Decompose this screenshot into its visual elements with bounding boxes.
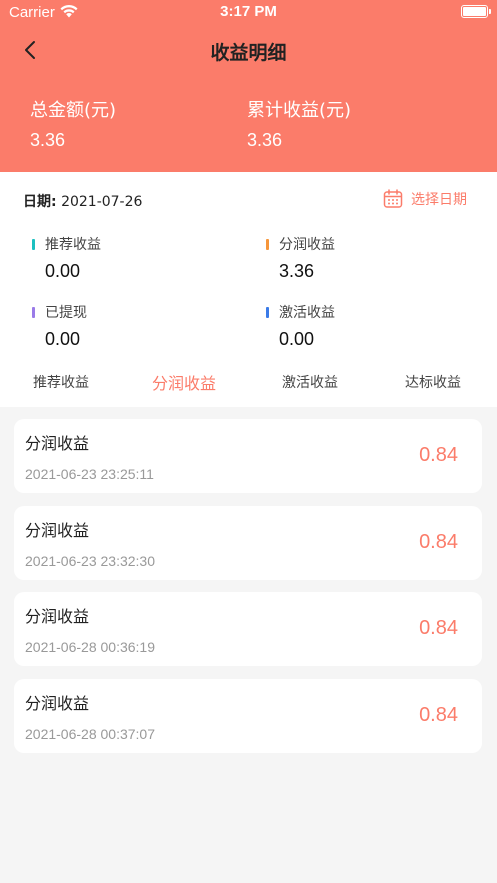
tab-referral-earnings[interactable]: 推荐收益	[33, 372, 89, 392]
stat-label: 已提现	[45, 305, 87, 321]
record-time: 2021-06-23 23:32:30	[25, 552, 155, 569]
stat-value: 0.00	[279, 329, 315, 349]
stat-color-bar	[32, 238, 35, 250]
stat-activation-earnings: 激活收益 0.00	[266, 302, 335, 350]
stat-color-bar	[32, 306, 35, 318]
stat-label: 分润收益	[279, 237, 335, 253]
select-date-button[interactable]: 选择日期	[383, 189, 467, 209]
record-time: 2021-06-23 23:25:11	[25, 466, 154, 482]
stat-color-bar	[266, 306, 269, 318]
stat-referral-earnings: 推荐收益 0.00	[32, 234, 101, 282]
stats-panel: 日期: 2021-07-26 选择日期 推荐收益 0.00 分润收益 3.36 …	[0, 172, 497, 407]
stat-value: 3.36	[279, 261, 315, 281]
tab-target-earnings[interactable]: 达标收益	[405, 372, 461, 392]
earnings-tabs: 推荐收益 分润收益 激活收益 达标收益	[0, 360, 497, 406]
record-title: 分润收益	[25, 434, 90, 453]
stat-label: 推荐收益	[45, 237, 101, 253]
tab-profit-share-earnings[interactable]: 分润收益	[152, 370, 216, 394]
record-time: 2021-06-28 00:36:19	[25, 639, 155, 655]
clock: 3:17 PM	[220, 3, 277, 20]
record-title: 分润收益	[25, 693, 90, 713]
record-amount: 0.84	[419, 530, 458, 553]
stat-withdrawn: 已提现 0.00	[32, 302, 87, 350]
record-amount: 0.84	[419, 703, 458, 726]
battery-icon	[461, 5, 491, 18]
total-amount-value: 3.36	[30, 130, 66, 150]
stat-value: 0.00	[45, 261, 81, 281]
total-amount: 总金额(元) 3.36	[30, 96, 116, 151]
date-label: 日期:	[23, 194, 57, 210]
status-bar: Carrier 3:17 PM	[0, 0, 497, 28]
header: Carrier 3:17 PM 收益明细 总金额(元) 3.36 累计收益(元)…	[0, 0, 497, 172]
cumulative-earnings-label: 累计收益(元)	[247, 100, 352, 121]
list-item[interactable]: 分润收益 2021-06-23 23:25:11 0.84	[14, 419, 482, 493]
record-title: 分润收益	[25, 520, 90, 540]
tab-activation-earnings[interactable]: 激活收益	[282, 372, 338, 392]
cumulative-earnings: 累计收益(元) 3.36	[247, 96, 351, 151]
date-value: 2021-07-26	[61, 194, 143, 210]
record-title: 分润收益	[25, 607, 90, 626]
stat-profit-share-earnings: 分润收益 3.36	[266, 234, 335, 282]
page-title: 收益明细	[210, 42, 287, 64]
stat-label: 激活收益	[279, 305, 335, 321]
list-item[interactable]: 分润收益 2021-06-28 00:36:19 0.84	[14, 592, 482, 666]
stat-value: 0.00	[45, 329, 81, 349]
date-display: 日期: 2021-07-26	[23, 191, 142, 211]
list-item[interactable]: 分润收益 2021-06-28 00:37:07 0.84	[14, 678, 482, 753]
select-date-label: 选择日期	[411, 192, 467, 208]
record-amount: 0.84	[419, 444, 458, 466]
records-list: 分润收益 2021-06-23 23:25:11 0.84 分润收益 2021-…	[14, 419, 482, 765]
cumulative-earnings-value: 3.36	[247, 130, 283, 150]
record-time: 2021-06-28 00:37:07	[25, 725, 155, 742]
total-amount-label: 总金额(元)	[30, 100, 117, 121]
stat-color-bar	[266, 238, 269, 250]
calendar-icon	[383, 189, 403, 208]
record-amount: 0.84	[419, 617, 458, 639]
list-item[interactable]: 分润收益 2021-06-23 23:32:30 0.84	[14, 505, 482, 580]
